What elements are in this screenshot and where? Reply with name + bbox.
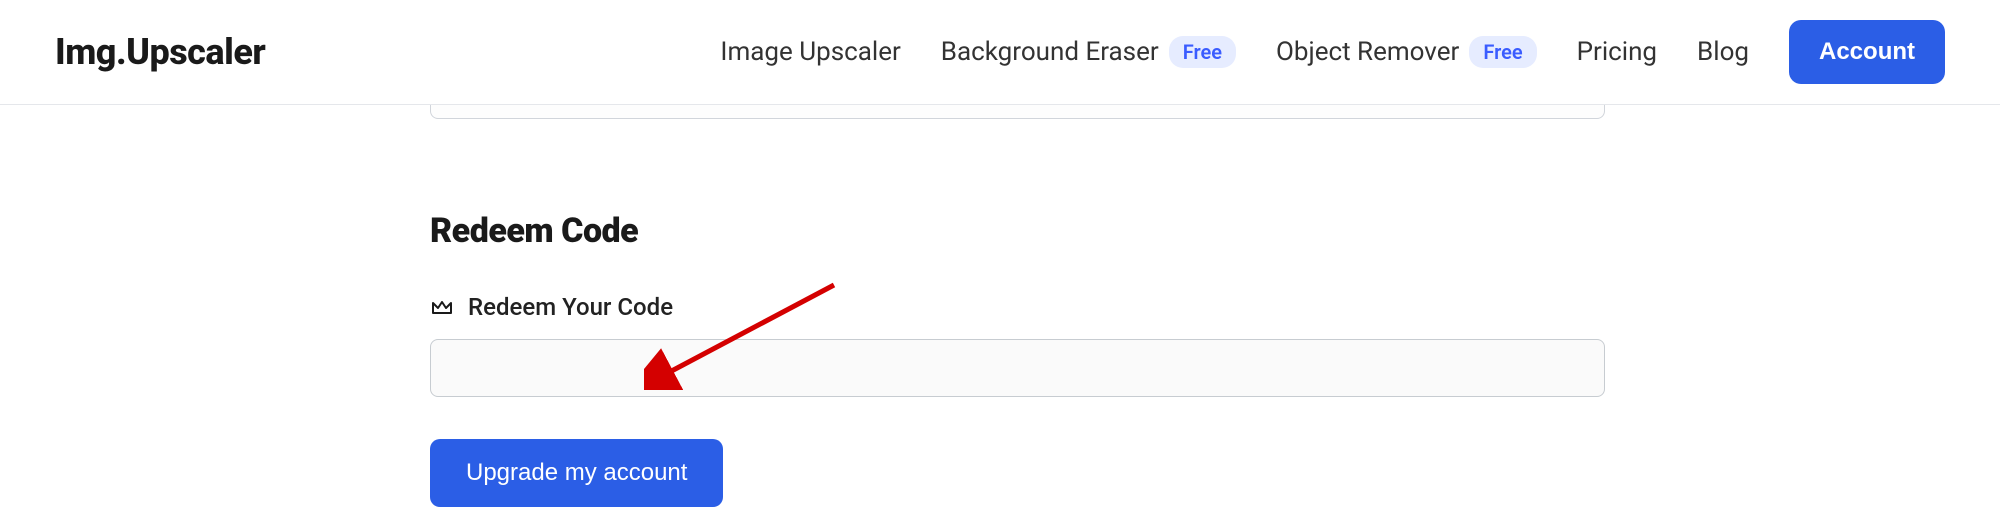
primary-nav: Image Upscaler Background Eraser Free Ob… <box>720 20 1945 84</box>
crown-icon <box>430 295 454 319</box>
previous-input-bottom-edge <box>430 105 1605 119</box>
nav-label: Object Remover <box>1276 37 1459 67</box>
upgrade-account-button[interactable]: Upgrade my account <box>430 439 723 507</box>
redeem-code-input[interactable] <box>430 339 1605 397</box>
redeem-section-title: Redeem Code <box>430 211 1570 251</box>
nav-background-eraser[interactable]: Background Eraser Free <box>941 36 1236 68</box>
nav-image-upscaler[interactable]: Image Upscaler <box>720 37 900 67</box>
free-badge: Free <box>1169 36 1236 68</box>
site-header: Img.Upscaler Image Upscaler Background E… <box>0 0 2000 105</box>
free-badge: Free <box>1469 36 1536 68</box>
account-button[interactable]: Account <box>1789 20 1945 84</box>
nav-pricing[interactable]: Pricing <box>1577 37 1657 67</box>
site-logo[interactable]: Img.Upscaler <box>55 31 265 73</box>
nav-label: Blog <box>1697 37 1749 67</box>
nav-object-remover[interactable]: Object Remover Free <box>1276 36 1537 68</box>
nav-label: Image Upscaler <box>720 37 900 67</box>
nav-blog[interactable]: Blog <box>1697 37 1749 67</box>
redeem-field-label: Redeem Your Code <box>468 293 673 321</box>
nav-label: Background Eraser <box>941 37 1159 67</box>
redeem-field-label-row: Redeem Your Code <box>430 293 1570 321</box>
nav-label: Pricing <box>1577 37 1657 67</box>
page-content: Redeem Code Redeem Your Code Upgrade my … <box>0 105 2000 507</box>
